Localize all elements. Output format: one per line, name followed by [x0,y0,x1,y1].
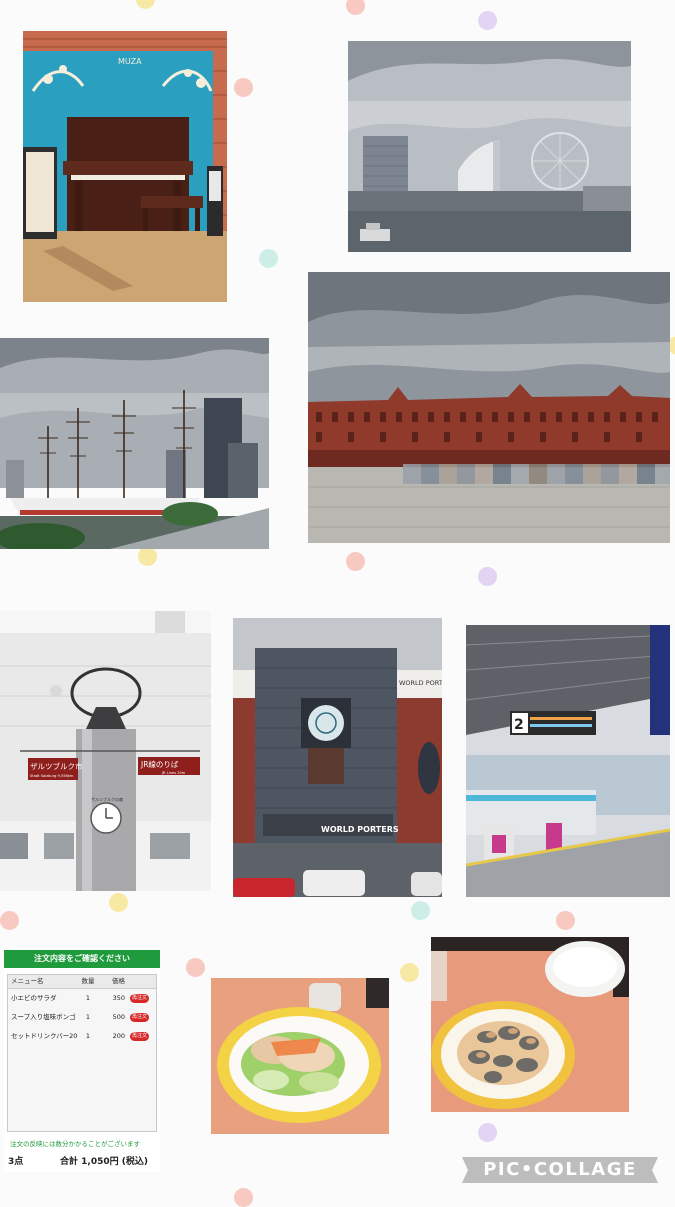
column-price: 価格 [112,977,125,985]
item-price: 350 [112,994,125,1002]
confetti-dot [234,1188,253,1207]
jr-lines-sign: JR線のりば [140,759,179,769]
reorder-cell: 再注文 [125,989,155,1008]
confetti-dot [136,0,155,9]
item-quantity: 1 [85,1013,91,1021]
confetti-dot [259,249,278,268]
column-blank [125,975,155,988]
item-name: 小エビのサラダ [11,994,57,1002]
vongole-pasta-photo [431,937,629,1112]
order-confirmation-panel: 注文内容をご確認ください メニュー名 数量 価格 小エビのサラダ 1 350 再… [4,950,160,1172]
order-total: 合計 1,050円 (税込) [60,1157,148,1167]
column-quantity: 数量 [81,977,95,985]
order-row: 小エビのサラダ 1 350 再注文 [8,989,156,1008]
confetti-dot [109,893,128,912]
order-column-headers: メニュー名 数量 価格 [8,975,156,989]
station-clock-photo: ザルツブルク市 Stadt Salzburg 9,556km JR線のりば JR… [0,611,211,891]
skyline-photo [348,41,631,252]
item-name: スープ入り塩味ボンゴレ [11,1013,77,1021]
muza-sign: MUZA [118,57,142,66]
salzburg-sign: ザルツブルク市 [30,761,83,771]
jr-lines-sign-sub: JR Lines 20m [161,771,186,775]
confetti-dot [478,567,497,586]
sailing-ship-photo [0,338,269,549]
salad-photo [211,978,389,1134]
order-table: メニュー名 数量 価格 小エビのサラダ 1 350 再注文 スープ入り塩味ボンゴ… [7,974,157,1132]
reorder-cell: 再注文 [125,1008,155,1027]
item-price: 500 [112,1013,125,1021]
clock-label: ザルツブルクの森 [91,796,123,802]
item-name: セットドリンクバー200 [11,1032,77,1040]
item-count: 3点 [8,1157,24,1167]
salzburg-sign-sub: Stadt Salzburg 9,556km [30,774,74,778]
reorder-button[interactable]: 再注文 [130,1013,149,1022]
confetti-dot [346,0,365,15]
confetti-dot [234,78,253,97]
confetti-dot [186,958,205,977]
order-footer: 3点 合計 1,050円 (税込) [8,1154,158,1167]
pic-collage-watermark: PIC•COLLAGE [462,1157,658,1183]
confetti-dot [400,963,419,982]
confetti-dot [346,552,365,571]
world-porters-photo: WORLD PORTERS WORLD PORTERS [233,618,442,897]
confetti-dot [478,1123,497,1142]
order-header: 注文内容をご確認ください [4,950,160,968]
confetti-dot [0,911,19,930]
reorder-cell: 再注文 [125,1027,155,1046]
red-brick-warehouse-photo [308,272,670,543]
item-price: 200 [112,1032,125,1040]
order-note: 注文の反映には数分かかることがございます [10,1140,140,1148]
item-quantity: 1 [85,1032,91,1040]
track-number: 2 [514,717,524,733]
piano-photo: MUZA [23,31,227,302]
watermark-text: PIC•COLLAGE [483,1159,637,1180]
item-quantity: 1 [85,994,91,1002]
column-menu-name: メニュー名 [11,977,44,985]
world-porters-sign: WORLD PORTERS [321,825,399,834]
order-row: セットドリンクバー200 1 200 再注文 [8,1027,156,1046]
confetti-dot [411,901,430,920]
train-platform-photo: 2 [466,625,670,897]
confetti-dot [478,11,497,30]
reorder-button[interactable]: 再注文 [130,1032,149,1041]
confetti-dot [556,911,575,930]
order-row: スープ入り塩味ボンゴレ 1 500 再注文 [8,1008,156,1027]
confetti-dot [138,547,157,566]
reorder-button[interactable]: 再注文 [130,994,149,1003]
world-porters-rooftop-sign: WORLD PORTERS [399,679,442,687]
